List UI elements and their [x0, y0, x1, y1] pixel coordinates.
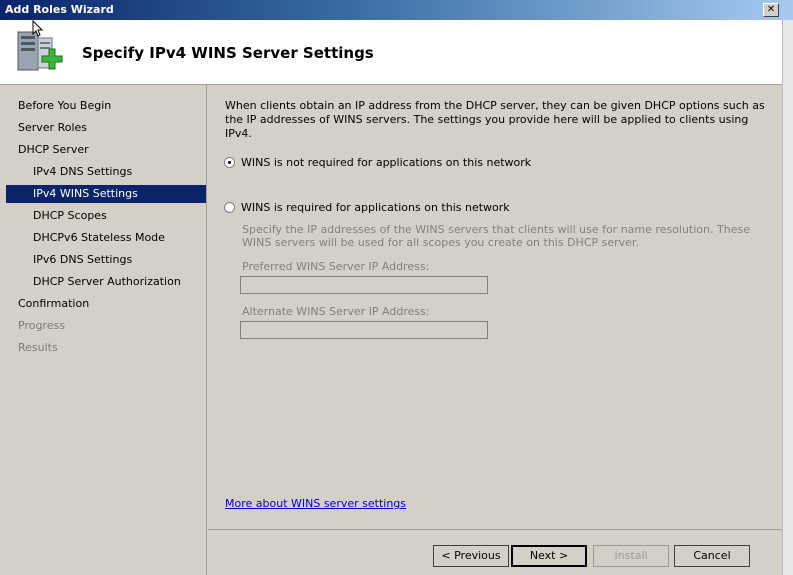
nav-item-ipv6-dns-settings[interactable]: IPv6 DNS Settings: [6, 251, 206, 269]
wins-not-required-option[interactable]: WINS is not required for applications on…: [224, 156, 531, 169]
nav-item-dhcp-server[interactable]: DHCP Server: [6, 141, 206, 159]
alternate-wins-label: Alternate WINS Server IP Address:: [242, 305, 430, 318]
wins-required-radio[interactable]: [224, 202, 235, 213]
nav-item-confirmation[interactable]: Confirmation: [6, 295, 206, 313]
wins-required-description: Specify the IP addresses of the WINS ser…: [242, 223, 750, 249]
nav-item-server-roles[interactable]: Server Roles: [6, 119, 206, 137]
footer-divider: [208, 529, 782, 530]
nav-item-dhcp-scopes[interactable]: DHCP Scopes: [6, 207, 206, 225]
wins-required-label[interactable]: WINS is required for applications on thi…: [241, 201, 510, 214]
nav-item-progress: Progress: [18, 319, 65, 332]
cancel-button[interactable]: Cancel: [674, 545, 750, 567]
intro-text: When clients obtain an IP address from t…: [225, 99, 765, 140]
window-title: Add Roles Wizard: [5, 3, 114, 16]
preferred-wins-label: Preferred WINS Server IP Address:: [242, 260, 430, 273]
wizard-header: Specify IPv4 WINS Server Settings: [0, 20, 782, 85]
nav-item-dhcpv6-stateless-mode[interactable]: DHCPv6 Stateless Mode: [6, 229, 206, 247]
wins-required-option[interactable]: WINS is required for applications on thi…: [224, 201, 510, 214]
nav-item-results: Results: [18, 341, 58, 354]
right-edge-scrollbar[interactable]: [782, 20, 793, 575]
close-button[interactable]: ✕: [763, 3, 779, 17]
preferred-wins-ip-field[interactable]: [240, 276, 488, 294]
page-title: Specify IPv4 WINS Server Settings: [82, 44, 374, 62]
nav-item-ipv4-dns-settings[interactable]: IPv4 DNS Settings: [6, 163, 206, 181]
wins-not-required-label[interactable]: WINS is not required for applications on…: [241, 156, 531, 169]
previous-button[interactable]: < Previous: [433, 545, 509, 567]
next-button[interactable]: Next >: [511, 545, 587, 567]
install-button: Install: [593, 545, 669, 567]
wins-not-required-radio[interactable]: [224, 157, 235, 168]
add-roles-wizard-window: Add Roles Wizard ✕ Specify IPv4 WINS Ser…: [0, 0, 793, 575]
nav-item-before-you-begin[interactable]: Before You Begin: [6, 97, 206, 115]
wizard-steps-nav: Before You Begin Server Roles DHCP Serve…: [6, 85, 207, 575]
nav-item-dhcp-server-authorization[interactable]: DHCP Server Authorization: [6, 273, 206, 291]
title-bar[interactable]: Add Roles Wizard ✕: [0, 0, 793, 20]
mouse-cursor-icon: [32, 20, 44, 37]
wizard-content: When clients obtain an IP address from t…: [208, 85, 782, 530]
alternate-wins-ip-field[interactable]: [240, 321, 488, 339]
more-about-wins-link[interactable]: More about WINS server settings: [225, 497, 406, 510]
nav-item-ipv4-wins-settings[interactable]: IPv4 WINS Settings: [6, 185, 206, 203]
